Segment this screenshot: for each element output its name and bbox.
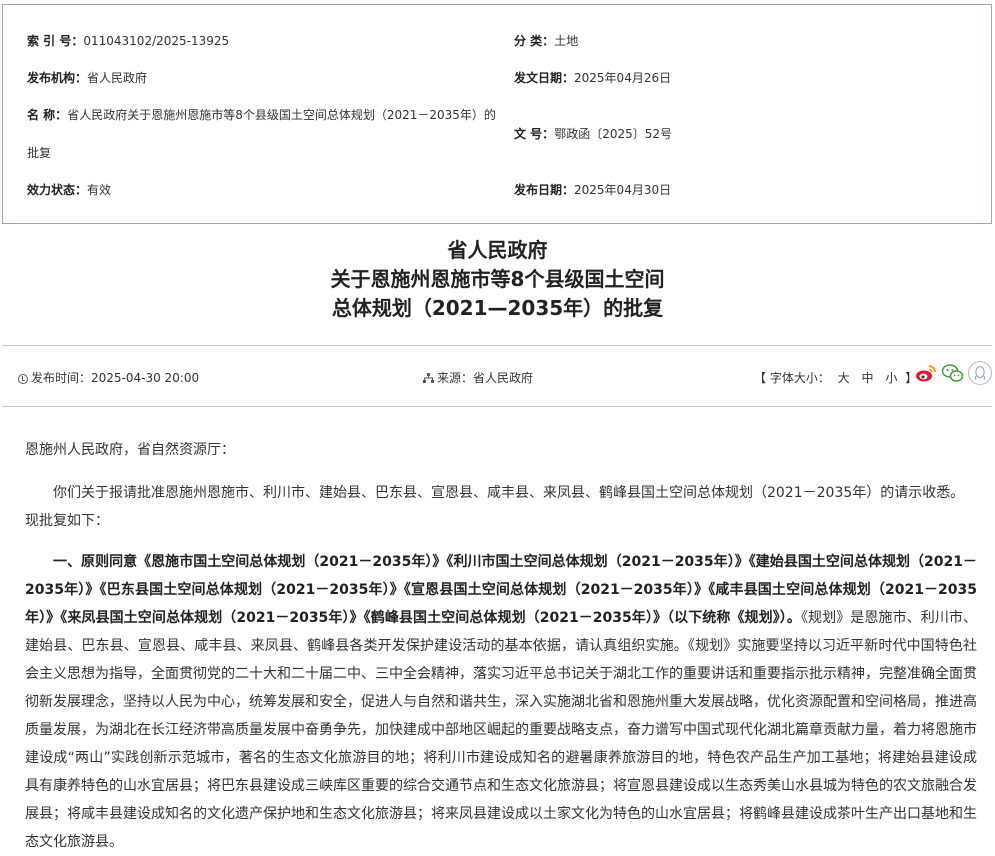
document-name-label: 名 称： xyxy=(27,108,68,122)
issue-date-value: 2025年04月26日 xyxy=(574,71,672,85)
document-number-value: 鄂政函〔2025〕52号 xyxy=(554,127,672,141)
document-number: 文 号：鄂政函〔2025〕52号 xyxy=(514,126,672,142)
font-size-control: 【 字体大小： 大 中 小 】 xyxy=(754,369,917,386)
index-number-label: 索 引 号： xyxy=(27,34,84,48)
issue-date: 发文日期：2025年04月26日 xyxy=(514,70,671,86)
font-size-large-button[interactable]: 大 xyxy=(838,371,850,385)
document-name-value: 省人民政府关于恩施州恩施市等8个县级国土空间总体规划（2021－2035年）的 xyxy=(67,108,496,122)
document-name-continued: 批复 xyxy=(27,146,52,160)
publish-time: 发布时间：2025-04-30 20:00 xyxy=(18,369,199,386)
category: 分 类：土地 xyxy=(514,33,578,49)
main-paragraph: 一、原则同意《恩施市国土空间总体规划（2021－2035年）》《利川市国土空间总… xyxy=(25,548,977,856)
font-size-small-button[interactable]: 小 xyxy=(885,371,897,385)
release-date-label: 发布日期： xyxy=(514,183,575,197)
document-number-label: 文 号： xyxy=(514,127,555,141)
main-paragraph-body: 《规划》是恩施市、利川市、建始县、巴东县、宣恩县、咸丰县、来凤县、鹤峰县各类开发… xyxy=(25,610,977,850)
font-size-label: 【 字体大小： xyxy=(754,371,830,385)
publish-time-text: 发布时间：2025-04-30 20:00 xyxy=(31,371,200,385)
salutation-text: 恩施州人民政府，省自然资源厅： xyxy=(25,442,235,458)
release-date-value: 2025年04月30日 xyxy=(574,183,672,197)
clock-icon xyxy=(18,374,28,384)
category-label: 分 类： xyxy=(514,34,555,48)
issue-date-label: 发文日期： xyxy=(514,71,575,85)
release-date: 发布日期：2025年04月30日 xyxy=(514,182,671,198)
title-line-1: 省人民政府 xyxy=(447,238,548,262)
source-text: 来源：省人民政府 xyxy=(437,371,534,385)
validity-status-label: 效力状态： xyxy=(27,183,88,197)
validity-status: 效力状态：有效 xyxy=(27,182,111,198)
document-name: 名 称：省人民政府关于恩施州恩施市等8个县级国土空间总体规划（2021－2035… xyxy=(27,107,496,123)
intro-paragraph: 你们关于报请批准恩施州恩施市、利川市、建始县、巴东县、宣恩县、咸丰县、来凤县、鹤… xyxy=(25,479,977,535)
document-metadata-panel: 索 引 号：011043102/2025-13925 分 类：土地 发布机构：省… xyxy=(2,4,992,224)
title-line-3: 总体规划（2021—2035年）的批复 xyxy=(331,296,664,320)
wechat-icon[interactable] xyxy=(941,361,965,385)
title-line-2: 关于恩施州恩施市等8个县级国土空间 xyxy=(330,267,665,291)
article-info-bar: 发布时间：2025-04-30 20:00 来源：省人民政府 【 字体大小： 大… xyxy=(2,345,992,407)
qq-icon[interactable] xyxy=(968,361,992,385)
category-value: 土地 xyxy=(554,34,579,48)
weibo-icon[interactable] xyxy=(914,361,938,385)
validity-status-value: 有效 xyxy=(87,183,112,197)
intro-text: 你们关于报请批准恩施州恩施市、利川市、建始县、巴东县、宣恩县、咸丰县、来凤县、鹤… xyxy=(25,485,965,529)
salutation: 恩施州人民政府，省自然资源厅： xyxy=(25,436,977,464)
index-number-value: 011043102/2025-13925 xyxy=(83,34,230,48)
index-number: 索 引 号：011043102/2025-13925 xyxy=(27,33,229,49)
font-size-medium-button[interactable]: 中 xyxy=(862,371,874,385)
publisher-value: 省人民政府 xyxy=(87,71,148,85)
page-title: 省人民政府 关于恩施州恩施市等8个县级国土空间 总体规划（2021—2035年）… xyxy=(0,236,995,323)
source: 来源：省人民政府 xyxy=(423,369,533,386)
publisher-label: 发布机构： xyxy=(27,71,88,85)
sitemap-icon xyxy=(423,373,434,383)
publisher: 发布机构：省人民政府 xyxy=(27,70,147,86)
